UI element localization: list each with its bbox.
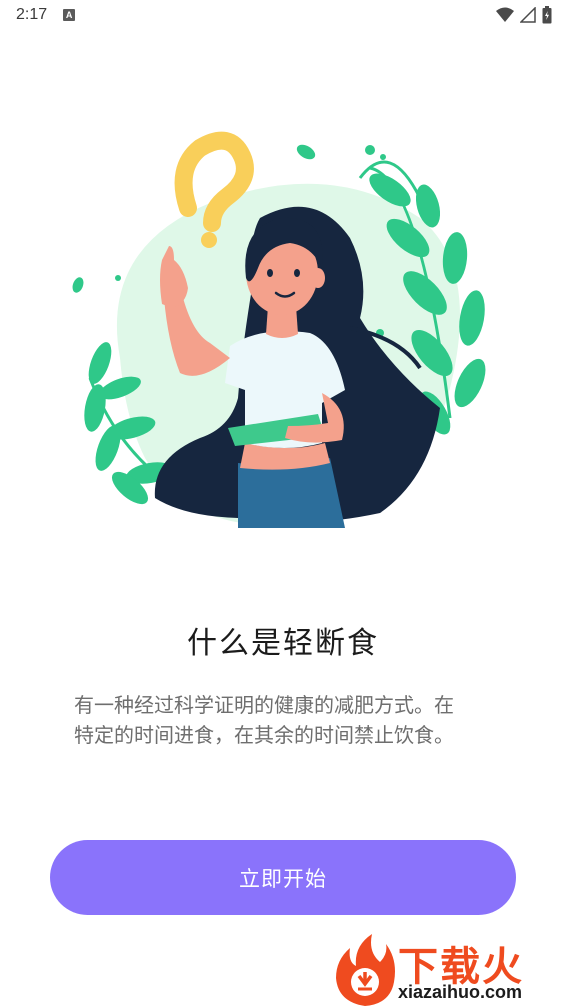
status-time: 2:17 bbox=[16, 6, 48, 23]
description-line-1: 有一种经过科学证明的健康的减肥方式。在 bbox=[74, 693, 454, 717]
leaf-dot bbox=[380, 154, 386, 160]
signal-icon bbox=[520, 7, 536, 23]
status-left: 2:17 A bbox=[16, 6, 76, 24]
page-title: 什么是轻断食 bbox=[187, 626, 379, 661]
flame-logo-icon bbox=[336, 934, 395, 1006]
notification-a-icon: A bbox=[63, 9, 76, 21]
start-button[interactable]: 立即开始 bbox=[50, 840, 516, 915]
hero-illustration bbox=[72, 131, 486, 528]
status-right bbox=[496, 6, 552, 24]
description-line-2: 特定的时间进食，在其余的时间禁止饮食。 bbox=[74, 723, 454, 747]
leaf-dot bbox=[115, 275, 121, 281]
watermark-url: xiazaihuo.com bbox=[398, 982, 523, 1002]
description: 有一种经过科学证明的健康的减肥方式。在 特定的时间进食，在其余的时间禁止饮食。 bbox=[74, 690, 504, 750]
leaf-dot bbox=[72, 277, 84, 293]
status-bar: 2:17 A bbox=[0, 0, 566, 30]
battery-icon bbox=[542, 6, 552, 24]
leaf-dot bbox=[365, 145, 375, 155]
eye bbox=[294, 269, 300, 277]
ear bbox=[311, 268, 325, 288]
leaf-dot bbox=[296, 144, 316, 160]
wifi-icon bbox=[496, 7, 514, 22]
watermark: 下载火 xiazaihuo.com bbox=[332, 930, 566, 1008]
eye bbox=[267, 269, 273, 277]
